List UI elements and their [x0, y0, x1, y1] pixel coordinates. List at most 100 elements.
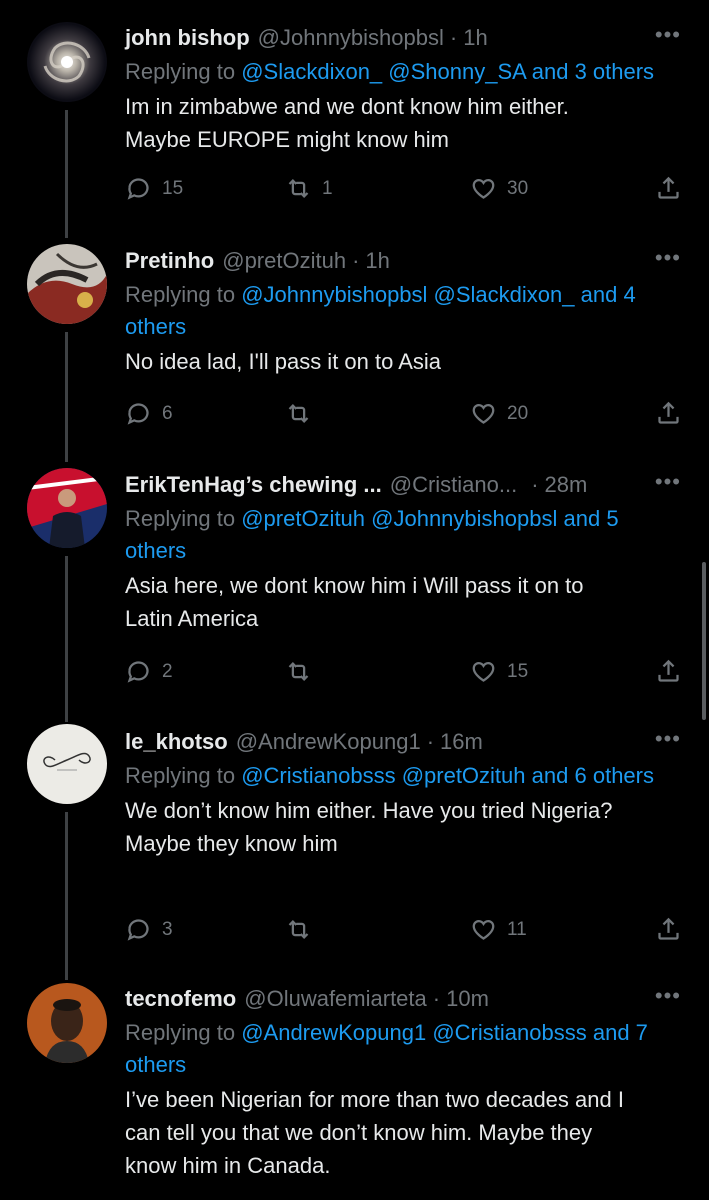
like-count: 20 [507, 402, 529, 424]
replying-to-label: Replying to [125, 59, 236, 84]
reply-mentions[interactable]: @Slackdixon_ @Shonny_SA [241, 59, 525, 84]
more-options-icon[interactable]: ••• [655, 983, 681, 1009]
timestamp[interactable]: 1h [463, 25, 487, 51]
retweet-icon [288, 662, 309, 681]
separator: · [352, 248, 360, 273]
reply-count: 6 [162, 402, 173, 424]
reply-and[interactable]: and [532, 59, 569, 84]
thread-line [65, 556, 68, 722]
tweet-text-line: No idea lad, I'll pass it on to Asia [125, 349, 442, 374]
tweet-text-line: know him in Canada. [125, 1153, 331, 1178]
reply-and[interactable]: and 4 [581, 282, 636, 307]
action-bar: 2 15 [125, 658, 685, 694]
reply-and[interactable]: and 6 [532, 763, 587, 788]
reply-mentions[interactable]: @Cristianobsss @pretOzituh [241, 763, 525, 788]
avatar[interactable] [27, 724, 107, 804]
retweet-button[interactable] [285, 916, 322, 943]
tweet-header: ErikTenHag’s chewing ... @Cristiano... ·… [125, 467, 681, 503]
avatar[interactable] [27, 22, 107, 102]
share-button[interactable] [655, 916, 682, 943]
share-button[interactable] [655, 658, 682, 685]
display-name[interactable]: ErikTenHag’s chewing ... [125, 472, 382, 498]
infinity-icon [27, 724, 107, 804]
tweet-text-line: Maybe EUROPE might know him [125, 127, 449, 152]
reply-and[interactable]: and 5 [564, 506, 619, 531]
timestamp[interactable]: 10m [446, 986, 489, 1012]
retweet-button[interactable] [285, 400, 322, 427]
avatar[interactable] [27, 983, 107, 1063]
reply-others[interactable]: 3 others [575, 59, 655, 84]
like-button[interactable]: 20 [470, 400, 528, 427]
like-button[interactable]: 15 [470, 658, 528, 685]
replying-to: Replying to @AndrewKopung1 @Cristianobss… [125, 1017, 681, 1081]
replying-to: Replying to @Cristianobsss @pretOzituh a… [125, 760, 681, 792]
retweet-button[interactable]: 1 [285, 175, 333, 202]
handle[interactable]: @Johnnybishopbsl [258, 25, 444, 51]
replying-to-label: Replying to [125, 506, 236, 531]
reply-others[interactable]: others [125, 314, 186, 339]
display-name[interactable]: tecnofemo [125, 986, 236, 1012]
share-button[interactable] [655, 175, 682, 202]
like-count: 11 [507, 918, 527, 940]
more-options-icon[interactable]: ••• [655, 726, 681, 752]
share-button[interactable] [655, 400, 682, 427]
action-bar: 15 1 30 [125, 175, 685, 211]
avatar[interactable] [27, 468, 107, 548]
reply-others[interactable]: others [593, 763, 654, 788]
reply-button[interactable]: 3 [125, 916, 173, 943]
timestamp[interactable]: 16m [440, 729, 483, 755]
avatar[interactable] [27, 244, 107, 324]
reply-mentions[interactable]: @pretOzituh @Johnnybishopbsl [241, 506, 557, 531]
reply-icon [127, 178, 149, 200]
separator: · [531, 472, 539, 497]
display-name[interactable]: Pretinho [125, 248, 214, 274]
more-options-icon[interactable]: ••• [655, 22, 681, 48]
like-count: 15 [507, 660, 529, 682]
reply-mentions[interactable]: @Johnnybishopbsl @Slackdixon_ [241, 282, 574, 307]
tweet-text-line: We don’t know him either. Have you tried… [125, 798, 613, 823]
more-options-icon[interactable]: ••• [655, 245, 681, 271]
scrollbar[interactable] [702, 562, 706, 720]
reply-button[interactable]: 15 [125, 175, 183, 202]
timestamp[interactable]: 1h [365, 248, 389, 274]
retweet-icon [288, 920, 309, 939]
timestamp[interactable]: 28m [545, 472, 588, 498]
reply-and[interactable]: and 7 [593, 1020, 648, 1045]
tweet-text: We don’t know him either. Have you tried… [125, 794, 681, 860]
share-icon [658, 917, 679, 940]
photo-icon [27, 244, 107, 324]
retweet-button[interactable] [285, 658, 322, 685]
reply-mentions[interactable]: @AndrewKopung1 @Cristianobsss [241, 1020, 587, 1045]
tweet-text: Asia here, we dont know him i Will pass … [125, 569, 681, 635]
thread-line [65, 812, 68, 980]
tweet-header: tecnofemo @Oluwafemiarteta · 10m ••• [125, 981, 681, 1017]
like-button[interactable]: 11 [470, 916, 527, 943]
replying-to-label: Replying to [125, 763, 236, 788]
reply-icon [127, 661, 149, 683]
reply-others[interactable]: others [125, 1052, 186, 1077]
display-name[interactable]: le_khotso [125, 729, 228, 755]
person-icon [27, 468, 107, 548]
reply-button[interactable]: 2 [125, 658, 173, 685]
tweet-header: john bishop @Johnnybishopbsl · 1h ••• [125, 20, 681, 56]
reply-thread: john bishop @Johnnybishopbsl · 1h ••• Re… [0, 0, 709, 1200]
like-button[interactable]: 30 [470, 175, 528, 202]
display-name[interactable]: john bishop [125, 25, 250, 51]
share-icon [658, 659, 679, 682]
tweet-text-line: Latin America [125, 606, 259, 631]
handle[interactable]: @Oluwafemiarteta [244, 986, 427, 1012]
handle[interactable]: @pretOzituh [222, 248, 346, 274]
heart-icon [472, 661, 495, 682]
reply-icon [127, 919, 149, 941]
handle[interactable]: @AndrewKopung1 [236, 729, 421, 755]
share-icon [658, 176, 679, 199]
replying-to-label: Replying to [125, 1020, 236, 1045]
retweet-count: 1 [322, 177, 333, 199]
handle[interactable]: @Cristiano... [390, 472, 517, 498]
reply-button[interactable]: 6 [125, 400, 173, 427]
reply-others[interactable]: others [125, 538, 186, 563]
tweet-text-line: Maybe they know him [125, 831, 338, 856]
replying-to: Replying to @Johnnybishopbsl @Slackdixon… [125, 279, 681, 343]
action-bar: 3 11 [125, 916, 685, 952]
more-options-icon[interactable]: ••• [655, 469, 681, 495]
